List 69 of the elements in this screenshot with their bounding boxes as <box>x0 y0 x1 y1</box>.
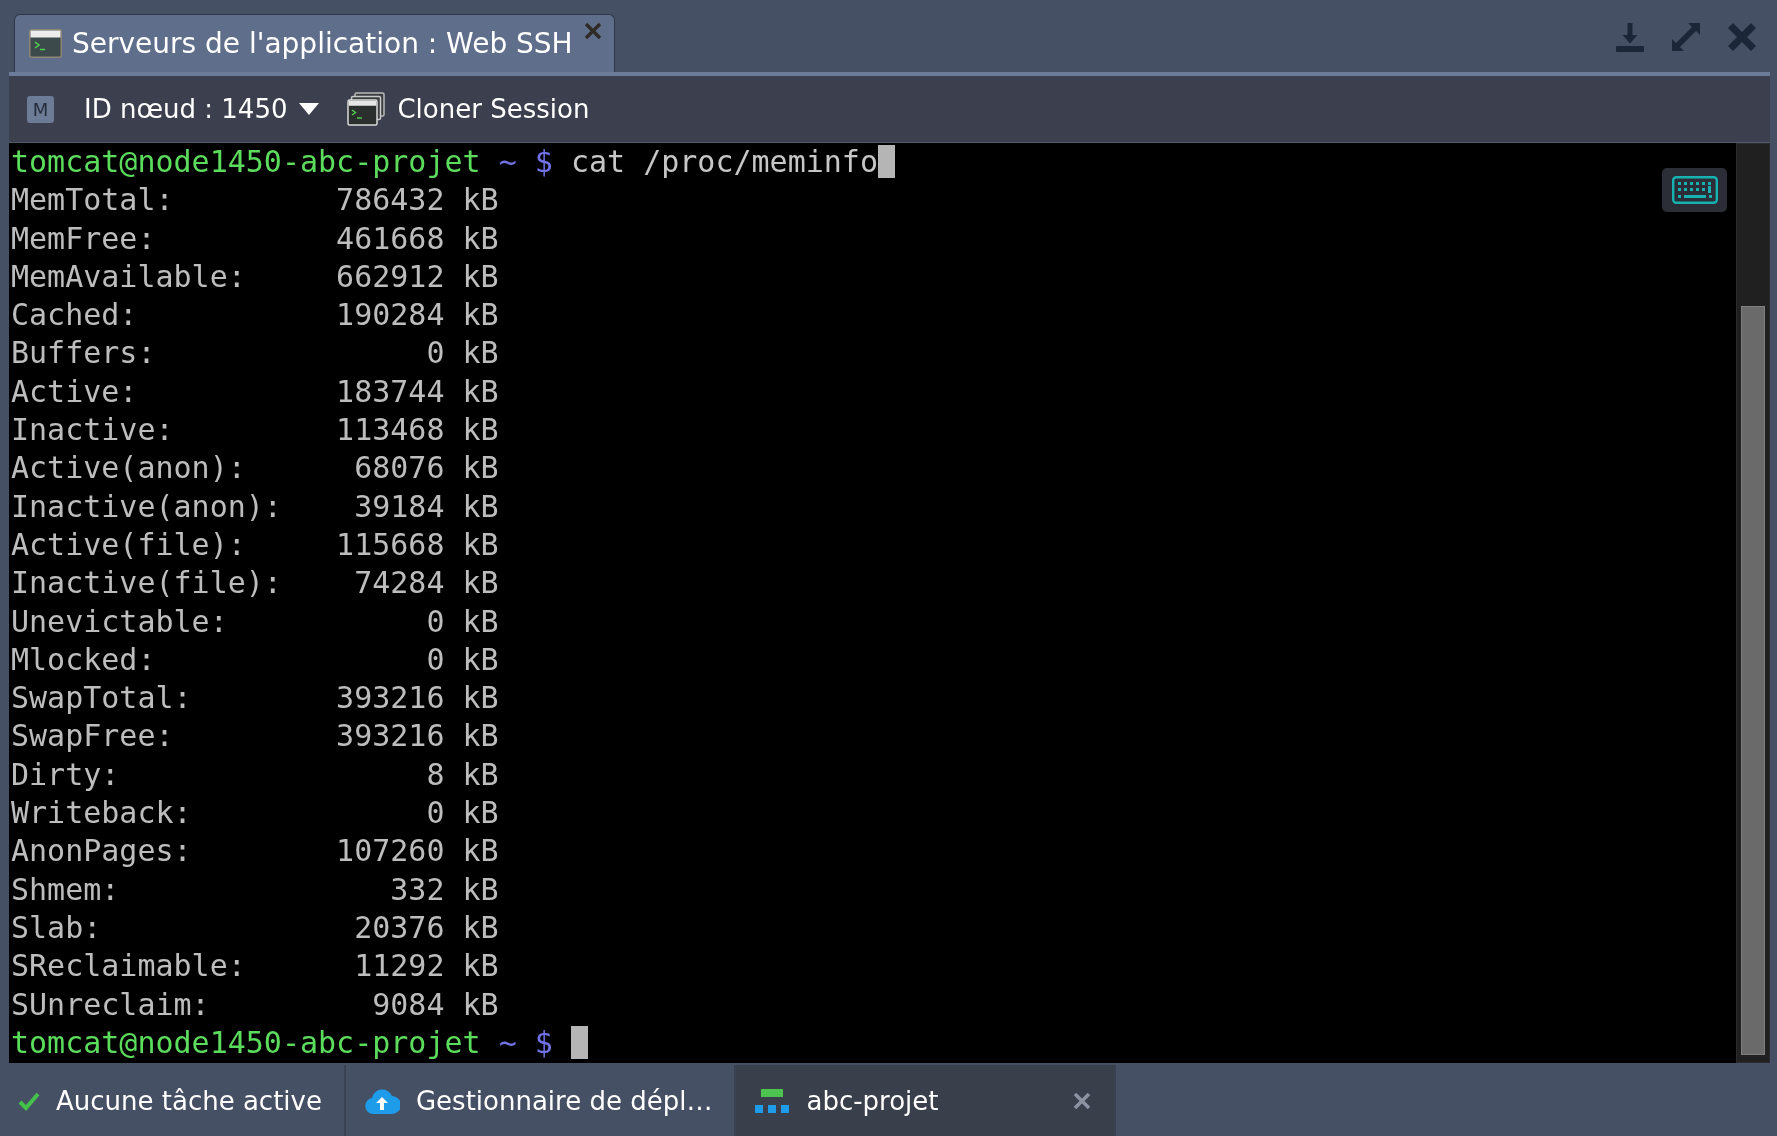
output-label: Shmem: <box>11 870 120 909</box>
output-label: SwapTotal: <box>11 679 192 718</box>
output-value: 115668 kB <box>336 525 499 564</box>
output-value: 0 kB <box>426 794 499 833</box>
output-value: 39184 kB <box>354 487 499 526</box>
output-label: MemTotal: <box>11 181 174 220</box>
output-label: SReclaimable: <box>11 947 246 986</box>
command-text: cat /proc/meminfo <box>570 144 878 179</box>
output-label: AnonPages: <box>11 832 192 871</box>
close-icon[interactable] <box>582 21 603 41</box>
keyboard-button[interactable] <box>1662 168 1727 212</box>
output-value: 393216 kB <box>336 717 499 756</box>
output-label: Cached: <box>11 296 138 335</box>
caret-icon <box>299 103 320 115</box>
output-label: Inactive(file): <box>11 564 282 603</box>
terminal-windows-icon <box>347 92 386 126</box>
check-icon <box>18 1090 40 1111</box>
output-value: 461668 kB <box>336 219 499 258</box>
output-value: 113468 kB <box>336 411 499 450</box>
prompt-symbol: ~ $ <box>498 144 553 179</box>
output-value: 190284 kB <box>336 296 499 335</box>
output-label: Active: <box>11 372 138 411</box>
output-value: 8 kB <box>426 755 499 794</box>
taskbar-tab[interactable]: abc-projet <box>736 1065 1117 1136</box>
task-status[interactable]: Aucune tâche active <box>0 1065 346 1136</box>
sitemap-icon <box>754 1087 791 1114</box>
output-value: 662912 kB <box>336 257 499 296</box>
output-value: 0 kB <box>426 602 499 641</box>
output-label: Buffers: <box>11 334 156 373</box>
output-label: Inactive(anon): <box>11 487 282 526</box>
output-value: 332 kB <box>390 870 499 909</box>
output-label: Writeback: <box>11 794 192 833</box>
output-label: Inactive: <box>11 411 174 450</box>
close-icon[interactable] <box>1072 1090 1093 1111</box>
scrollbar-thumb[interactable] <box>1741 306 1765 1055</box>
expand-icon[interactable] <box>1671 22 1701 52</box>
output-value: 20376 kB <box>354 908 499 947</box>
output-value: 107260 kB <box>336 832 499 871</box>
keyboard-icon <box>1671 176 1718 204</box>
output-value: 0 kB <box>426 640 499 679</box>
output-value: 74284 kB <box>354 564 499 603</box>
prompt-user-host: tomcat@node1450-abc-projet <box>11 1024 481 1060</box>
output-value: 9084 kB <box>372 985 499 1024</box>
terminal-window-icon <box>29 29 62 58</box>
output-value: 786432 kB <box>336 181 499 220</box>
output-label: SUnreclaim: <box>11 985 210 1024</box>
output-label: Unevictable: <box>11 602 228 641</box>
output-label: Active(file): <box>11 525 246 564</box>
output-value: 393216 kB <box>336 679 499 718</box>
node-dropdown[interactable]: ID nœud : 1450 <box>84 94 320 124</box>
output-label: MemAvailable: <box>11 257 246 296</box>
output-value: 0 kB <box>426 334 499 373</box>
output-value: 183744 kB <box>336 372 499 411</box>
clone-session-button[interactable]: Cloner Session <box>347 92 590 126</box>
output-label: MemFree: <box>11 219 156 258</box>
download-icon[interactable] <box>1615 22 1645 52</box>
prompt-user-host: tomcat@node1450-abc-projet <box>11 144 481 179</box>
close-icon[interactable] <box>1727 22 1757 52</box>
output-label: Dirty: <box>11 755 120 794</box>
letter-badge: M <box>27 95 54 123</box>
output-value: 11292 kB <box>354 947 499 986</box>
output-label: Mlocked: <box>11 640 156 679</box>
scrollbar-track[interactable] <box>1736 143 1770 1063</box>
window-tab[interactable]: Serveurs de l'application : Web SSH <box>14 14 615 72</box>
output-label: Slab: <box>11 908 102 947</box>
prompt-symbol: ~ $ <box>498 1024 553 1060</box>
output-label: Active(anon): <box>11 449 246 488</box>
output-label: SwapFree: <box>11 717 174 756</box>
output-value: 68076 kB <box>354 449 499 488</box>
